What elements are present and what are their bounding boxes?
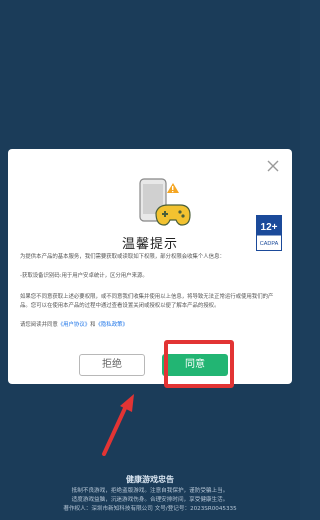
- reject-button[interactable]: 拒绝: [79, 354, 145, 376]
- health-advice-line: 适度游戏益脑，沉迷游戏伤身。合理安排时间，享受健康生活。: [71, 497, 229, 503]
- permission-intro: 为提供本产品的基本服务，我们需要获取或读取如下权限，部分权限会收集个人信息：: [20, 254, 225, 260]
- permission-device-id: -获取设备识别码:用于用户安卓统计，区分用户来源。: [20, 273, 148, 279]
- privacy-policy-link[interactable]: 《隐私政策》: [96, 322, 128, 328]
- copyright-line: 著作权人：深圳市新知科技有限公司 文号/登记号：2023SR0045335: [63, 506, 237, 512]
- agreement-line: 请您阅读并同意《用户协议》和《隐私政策》: [20, 321, 280, 330]
- permission-dialog: 12+ CADPA 温馨提示 为提供本产品的基本服务，我们需要获取或读取如下权限…: [8, 149, 292, 384]
- close-icon[interactable]: [266, 159, 280, 173]
- user-agreement-link[interactable]: 《用户协议》: [58, 322, 90, 328]
- permission-notice: 如果您不同意获取上述必要权限，或不同意我们收集并使用以上信息，将导致无法正常运行…: [20, 294, 274, 309]
- pointer-arrow-icon: [100, 392, 140, 456]
- health-advice-title: 健康游戏忠告: [126, 475, 174, 484]
- dialog-title: 温馨提示: [121, 236, 178, 251]
- agree-button[interactable]: 同意: [162, 354, 228, 376]
- health-advice-line: 抵制不良游戏，拒绝盗版游戏。注意自我保护，谨防受骗上当。: [71, 488, 229, 494]
- svg-text:12+: 12+: [261, 222, 278, 233]
- phone-gamepad-illustration: [124, 171, 194, 235]
- agreement-prefix: 请您阅读并同意: [20, 322, 58, 328]
